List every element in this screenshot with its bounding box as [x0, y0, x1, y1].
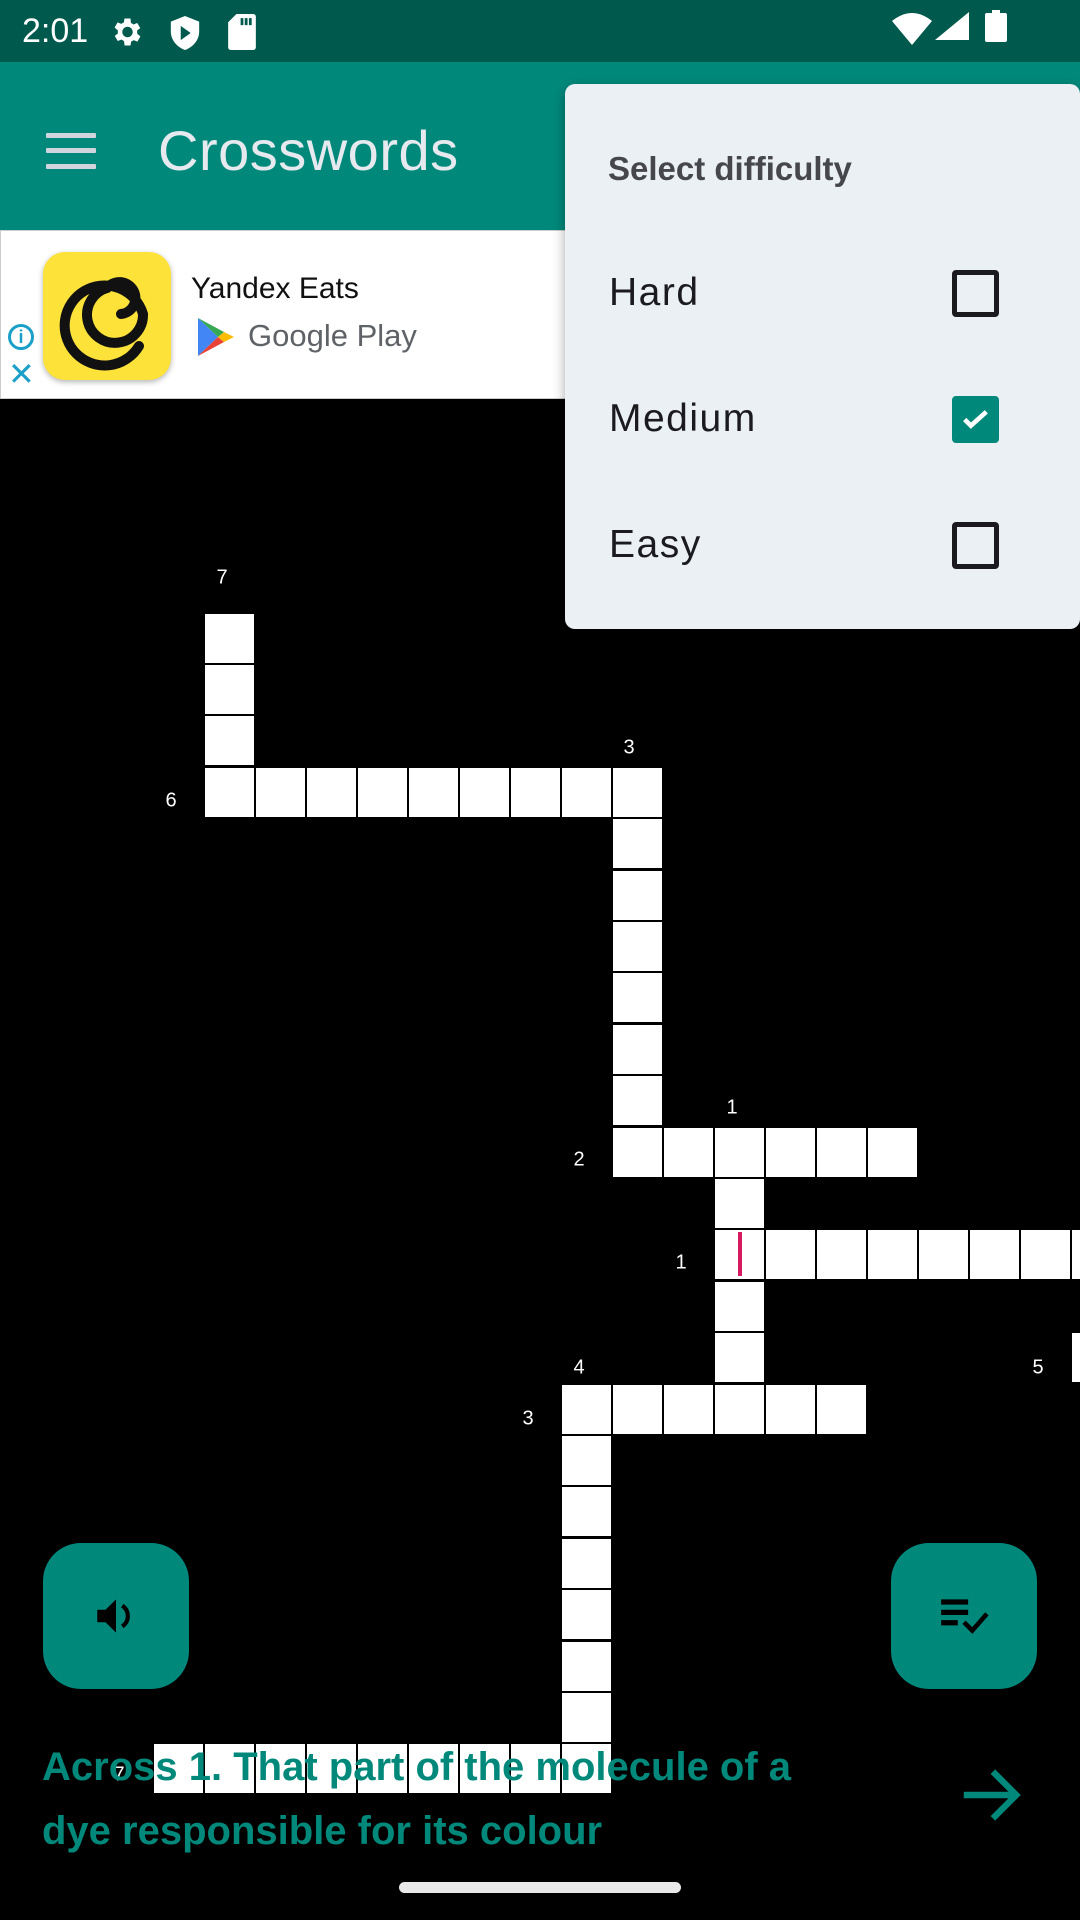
gear-icon — [114, 18, 141, 46]
google-play-icon — [198, 318, 234, 356]
grid-cell[interactable] — [714, 1333, 764, 1383]
grid-cell[interactable] — [255, 767, 305, 817]
grid-cell[interactable] — [714, 1384, 764, 1434]
grid-cell[interactable] — [867, 1230, 917, 1280]
grid-cell[interactable] — [408, 767, 458, 817]
clue-number: 3 — [522, 1407, 534, 1430]
clue-number: 2 — [573, 1148, 585, 1171]
clue-number: 3 — [623, 736, 635, 759]
grid-cell[interactable] — [306, 767, 356, 817]
close-icon[interactable]: ✕ — [8, 358, 35, 390]
clue-number: 7 — [216, 566, 228, 589]
grid-cell[interactable] — [765, 1384, 815, 1434]
checkbox-hard[interactable] — [952, 270, 999, 317]
speak-button[interactable] — [43, 1543, 189, 1689]
shield-play-icon — [170, 16, 200, 50]
status-time: 2:01 — [22, 12, 89, 50]
app-title: Crosswords — [158, 119, 459, 182]
screen: 2:01 Crosswords Yandex Eats Google Play … — [0, 0, 1080, 1920]
grid-cell[interactable] — [357, 767, 407, 817]
grid-cell[interactable] — [561, 1435, 611, 1485]
info-icon[interactable]: i — [8, 324, 34, 350]
text-cursor — [738, 1232, 742, 1276]
grid-cell[interactable] — [663, 1127, 713, 1177]
grid-cell[interactable] — [204, 613, 254, 663]
clue-number: 1 — [726, 1096, 738, 1119]
grid-cell[interactable] — [612, 1384, 662, 1434]
grid-cell[interactable] — [561, 1487, 611, 1537]
menu-title: Select difficulty — [608, 150, 852, 187]
arrow-right-icon[interactable] — [955, 1760, 1025, 1830]
grid-cell[interactable] — [1020, 1230, 1070, 1280]
grid-cell[interactable] — [663, 1384, 713, 1434]
grid-cell[interactable] — [204, 664, 254, 714]
grid-cell[interactable] — [816, 1127, 866, 1177]
grid-cell[interactable] — [561, 1538, 611, 1588]
checkbox-medium[interactable] — [952, 396, 999, 443]
grid-cell[interactable] — [714, 1127, 764, 1177]
grid-cell[interactable] — [714, 1178, 764, 1228]
menu-item-label: Easy — [609, 523, 702, 566]
signal-icon — [935, 12, 969, 40]
grid-cell[interactable] — [561, 1384, 611, 1434]
menu-item-label: Medium — [609, 397, 757, 440]
grid-cell[interactable] — [612, 1127, 662, 1177]
menu-item-hard[interactable]: Hard — [565, 231, 1080, 357]
grid-cell[interactable] — [612, 870, 662, 920]
checkbox-easy[interactable] — [952, 522, 999, 569]
ad-store-label: Google Play — [248, 318, 417, 353]
sd-card-icon — [228, 14, 256, 50]
grid-cell[interactable] — [612, 1024, 662, 1074]
playlist-check-icon — [941, 1599, 989, 1634]
grid-cell[interactable] — [1071, 1333, 1080, 1383]
grid-cell[interactable] — [816, 1230, 866, 1280]
grid-cell[interactable] — [204, 716, 254, 766]
grid-cell[interactable] — [612, 973, 662, 1023]
grid-cell[interactable] — [612, 1076, 662, 1126]
clue-number: 4 — [573, 1356, 585, 1379]
volume-icon — [97, 1599, 130, 1633]
ad-app-name[interactable]: Yandex Eats — [191, 272, 359, 306]
grid-cell[interactable] — [918, 1230, 968, 1280]
check-icon — [963, 410, 988, 429]
grid-cell[interactable] — [561, 767, 611, 817]
battery-icon — [985, 10, 1007, 42]
wifi-icon — [892, 13, 932, 45]
grid-cell[interactable] — [561, 1590, 611, 1640]
grid-cell[interactable] — [765, 1230, 815, 1280]
grid-cell[interactable] — [867, 1127, 917, 1177]
grid-cell[interactable] — [612, 819, 662, 869]
grid-cell[interactable] — [561, 1641, 611, 1691]
gesture-nav-bar[interactable] — [399, 1882, 681, 1893]
menu-item-label: Hard — [609, 271, 700, 314]
grid-cell[interactable] — [1071, 1230, 1080, 1280]
grid-cell[interactable] — [969, 1230, 1019, 1280]
current-clue: Across 1. That part of the molecule of a… — [42, 1745, 792, 1853]
ad-app-logo[interactable] — [43, 252, 171, 380]
grid-cell[interactable] — [714, 1281, 764, 1331]
menu-item-easy[interactable]: Easy — [565, 483, 1080, 609]
clue-number: 6 — [165, 789, 177, 812]
clue-number: 1 — [675, 1251, 687, 1274]
grid-cell[interactable] — [612, 921, 662, 971]
grid-cell[interactable] — [612, 767, 662, 817]
grid-cell[interactable] — [510, 767, 560, 817]
difficulty-menu: Select difficulty Hard Medium Easy — [565, 84, 1080, 629]
hamburger-icon[interactable] — [46, 133, 96, 169]
menu-item-medium[interactable]: Medium — [565, 357, 1080, 483]
grid-cell[interactable] — [459, 767, 509, 817]
check-answers-button[interactable] — [891, 1543, 1037, 1689]
clue-number: 5 — [1032, 1356, 1044, 1379]
grid-cell[interactable] — [204, 767, 254, 817]
grid-cell[interactable] — [765, 1127, 815, 1177]
grid-cell[interactable] — [816, 1384, 866, 1434]
status-bar: 2:01 — [0, 0, 1080, 62]
